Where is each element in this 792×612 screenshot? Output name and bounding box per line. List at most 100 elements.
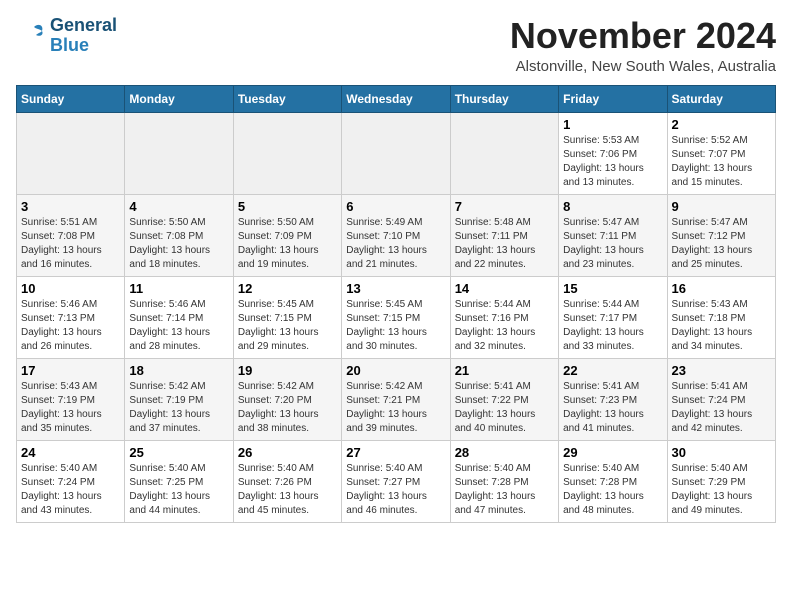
day-number: 19 [238, 363, 337, 378]
day-number: 29 [563, 445, 662, 460]
calendar-cell: 11 Sunrise: 5:46 AMSunset: 7:14 PMDayligh… [125, 276, 233, 358]
day-info: Sunrise: 5:50 AMSunset: 7:08 PMDaylight:… [129, 216, 228, 272]
calendar-cell: 1Sunrise: 5:53 AMSunset: 7:06 PMDaylight… [559, 112, 667, 194]
day-info: Sunrise: 5:45 AMSunset: 7:15 PMDaylight:… [238, 298, 337, 354]
day-info: Sunrise: 5:47 AMSunset: 7:11 PMDaylight:… [563, 216, 662, 272]
day-info: Sunrise: 5:46 AMSunset: 7:14 PMDaylight:… [129, 298, 228, 354]
calendar-week-row: 1Sunrise: 5:53 AMSunset: 7:06 PMDaylight… [17, 112, 776, 194]
title-area: November 2024 Alstonville, New South Wal… [510, 16, 776, 75]
logo-line1: General [50, 16, 117, 36]
calendar-cell: 27 Sunrise: 5:40 AMSunset: 7:27 PMDayligh… [342, 440, 450, 522]
calendar-cell [450, 112, 558, 194]
col-header-saturday: Saturday [667, 85, 775, 112]
calendar-cell: 22 Sunrise: 5:41 AMSunset: 7:23 PMDayligh… [559, 358, 667, 440]
calendar-cell: 18Sunrise: 5:42 AMSunset: 7:19 PMDayligh… [125, 358, 233, 440]
col-header-thursday: Thursday [450, 85, 558, 112]
calendar-cell [233, 112, 341, 194]
day-number: 13 [346, 281, 445, 296]
day-info: Sunrise: 5:42 AMSunset: 7:21 PMDaylight:… [346, 380, 445, 436]
calendar-cell: 4 Sunrise: 5:50 AMSunset: 7:08 PMDaylight… [125, 194, 233, 276]
day-info: Sunrise: 5:40 AMSunset: 7:29 PMDaylight:… [672, 462, 771, 518]
day-info: Sunrise: 5:40 AMSunset: 7:27 PMDaylight:… [346, 462, 445, 518]
day-info: Sunrise: 5:40 AMSunset: 7:26 PMDaylight:… [238, 462, 337, 518]
calendar-cell: 25Sunrise: 5:40 AMSunset: 7:25 PMDayligh… [125, 440, 233, 522]
day-number: 9 [672, 199, 771, 214]
logo: General Blue [16, 16, 117, 56]
day-number: 5 [238, 199, 337, 214]
day-info: Sunrise: 5:40 AMSunset: 7:24 PMDaylight:… [21, 462, 120, 518]
calendar-table: SundayMondayTuesdayWednesdayThursdayFrid… [16, 85, 776, 523]
day-number: 18 [129, 363, 228, 378]
day-info: Sunrise: 5:44 AMSunset: 7:17 PMDaylight:… [563, 298, 662, 354]
calendar-cell: 24 Sunrise: 5:40 AMSunset: 7:24 PMDayligh… [17, 440, 125, 522]
day-info: Sunrise: 5:50 AMSunset: 7:09 PMDaylight:… [238, 216, 337, 272]
day-info: Sunrise: 5:41 AMSunset: 7:24 PMDaylight:… [672, 380, 771, 436]
day-info: Sunrise: 5:45 AMSunset: 7:15 PMDaylight:… [346, 298, 445, 354]
calendar-cell: 30Sunrise: 5:40 AMSunset: 7:29 PMDayligh… [667, 440, 775, 522]
calendar-cell: 20 Sunrise: 5:42 AMSunset: 7:21 PMDayligh… [342, 358, 450, 440]
calendar-cell: 23 Sunrise: 5:41 AMSunset: 7:24 PMDayligh… [667, 358, 775, 440]
calendar-cell: 10 Sunrise: 5:46 AMSunset: 7:13 PMDayligh… [17, 276, 125, 358]
day-number: 6 [346, 199, 445, 214]
day-number: 24 [21, 445, 120, 460]
day-number: 17 [21, 363, 120, 378]
day-number: 15 [563, 281, 662, 296]
day-info: Sunrise: 5:42 AMSunset: 7:20 PMDaylight:… [238, 380, 337, 436]
calendar-cell: 29 Sunrise: 5:40 AMSunset: 7:28 PMDayligh… [559, 440, 667, 522]
day-number: 3 [21, 199, 120, 214]
calendar-cell: 3 Sunrise: 5:51 AMSunset: 7:08 PMDaylight… [17, 194, 125, 276]
calendar-cell: 7 Sunrise: 5:48 AMSunset: 7:11 PMDaylight… [450, 194, 558, 276]
day-info: Sunrise: 5:40 AMSunset: 7:28 PMDaylight:… [455, 462, 554, 518]
calendar-cell: 16 Sunrise: 5:43 AMSunset: 7:18 PMDayligh… [667, 276, 775, 358]
day-info: Sunrise: 5:40 AMSunset: 7:28 PMDaylight:… [563, 462, 662, 518]
day-info: Sunrise: 5:49 AMSunset: 7:10 PMDaylight:… [346, 216, 445, 272]
day-info: Sunrise: 5:43 AMSunset: 7:19 PMDaylight:… [21, 380, 120, 436]
col-header-sunday: Sunday [17, 85, 125, 112]
day-number: 22 [563, 363, 662, 378]
calendar-header-row: SundayMondayTuesdayWednesdayThursdayFrid… [17, 85, 776, 112]
calendar-week-row: 24 Sunrise: 5:40 AMSunset: 7:24 PMDayligh… [17, 440, 776, 522]
day-number: 2 [672, 117, 771, 132]
calendar-cell: 13 Sunrise: 5:45 AMSunset: 7:15 PMDayligh… [342, 276, 450, 358]
col-header-monday: Monday [125, 85, 233, 112]
calendar-cell: 6 Sunrise: 5:49 AMSunset: 7:10 PMDaylight… [342, 194, 450, 276]
day-info: Sunrise: 5:48 AMSunset: 7:11 PMDaylight:… [455, 216, 554, 272]
day-number: 20 [346, 363, 445, 378]
day-number: 23 [672, 363, 771, 378]
calendar-cell: 15 Sunrise: 5:44 AMSunset: 7:17 PMDayligh… [559, 276, 667, 358]
calendar-week-row: 10 Sunrise: 5:46 AMSunset: 7:13 PMDayligh… [17, 276, 776, 358]
day-number: 14 [455, 281, 554, 296]
logo-bird-icon [16, 21, 46, 51]
day-number: 26 [238, 445, 337, 460]
calendar-cell [342, 112, 450, 194]
day-info: Sunrise: 5:52 AMSunset: 7:07 PMDaylight:… [672, 134, 771, 190]
calendar-cell: 12Sunrise: 5:45 AMSunset: 7:15 PMDayligh… [233, 276, 341, 358]
day-number: 1 [563, 117, 662, 132]
day-number: 4 [129, 199, 228, 214]
day-number: 10 [21, 281, 120, 296]
calendar-cell [125, 112, 233, 194]
calendar-cell: 21 Sunrise: 5:41 AMSunset: 7:22 PMDayligh… [450, 358, 558, 440]
day-number: 11 [129, 281, 228, 296]
calendar-cell: 19 Sunrise: 5:42 AMSunset: 7:20 PMDayligh… [233, 358, 341, 440]
day-info: Sunrise: 5:44 AMSunset: 7:16 PMDaylight:… [455, 298, 554, 354]
day-info: Sunrise: 5:40 AMSunset: 7:25 PMDaylight:… [129, 462, 228, 518]
calendar-cell: 8 Sunrise: 5:47 AMSunset: 7:11 PMDaylight… [559, 194, 667, 276]
header: General Blue November 2024 Alstonville, … [16, 16, 776, 75]
day-info: Sunrise: 5:41 AMSunset: 7:22 PMDaylight:… [455, 380, 554, 436]
day-number: 8 [563, 199, 662, 214]
day-number: 27 [346, 445, 445, 460]
col-header-friday: Friday [559, 85, 667, 112]
col-header-tuesday: Tuesday [233, 85, 341, 112]
calendar-cell: 17 Sunrise: 5:43 AMSunset: 7:19 PMDayligh… [17, 358, 125, 440]
day-info: Sunrise: 5:51 AMSunset: 7:08 PMDaylight:… [21, 216, 120, 272]
location-subtitle: Alstonville, New South Wales, Australia [510, 58, 776, 75]
day-number: 16 [672, 281, 771, 296]
day-number: 7 [455, 199, 554, 214]
day-number: 21 [455, 363, 554, 378]
day-info: Sunrise: 5:41 AMSunset: 7:23 PMDaylight:… [563, 380, 662, 436]
calendar-week-row: 17 Sunrise: 5:43 AMSunset: 7:19 PMDayligh… [17, 358, 776, 440]
day-info: Sunrise: 5:43 AMSunset: 7:18 PMDaylight:… [672, 298, 771, 354]
day-info: Sunrise: 5:46 AMSunset: 7:13 PMDaylight:… [21, 298, 120, 354]
calendar-cell: 2 Sunrise: 5:52 AMSunset: 7:07 PMDaylight… [667, 112, 775, 194]
